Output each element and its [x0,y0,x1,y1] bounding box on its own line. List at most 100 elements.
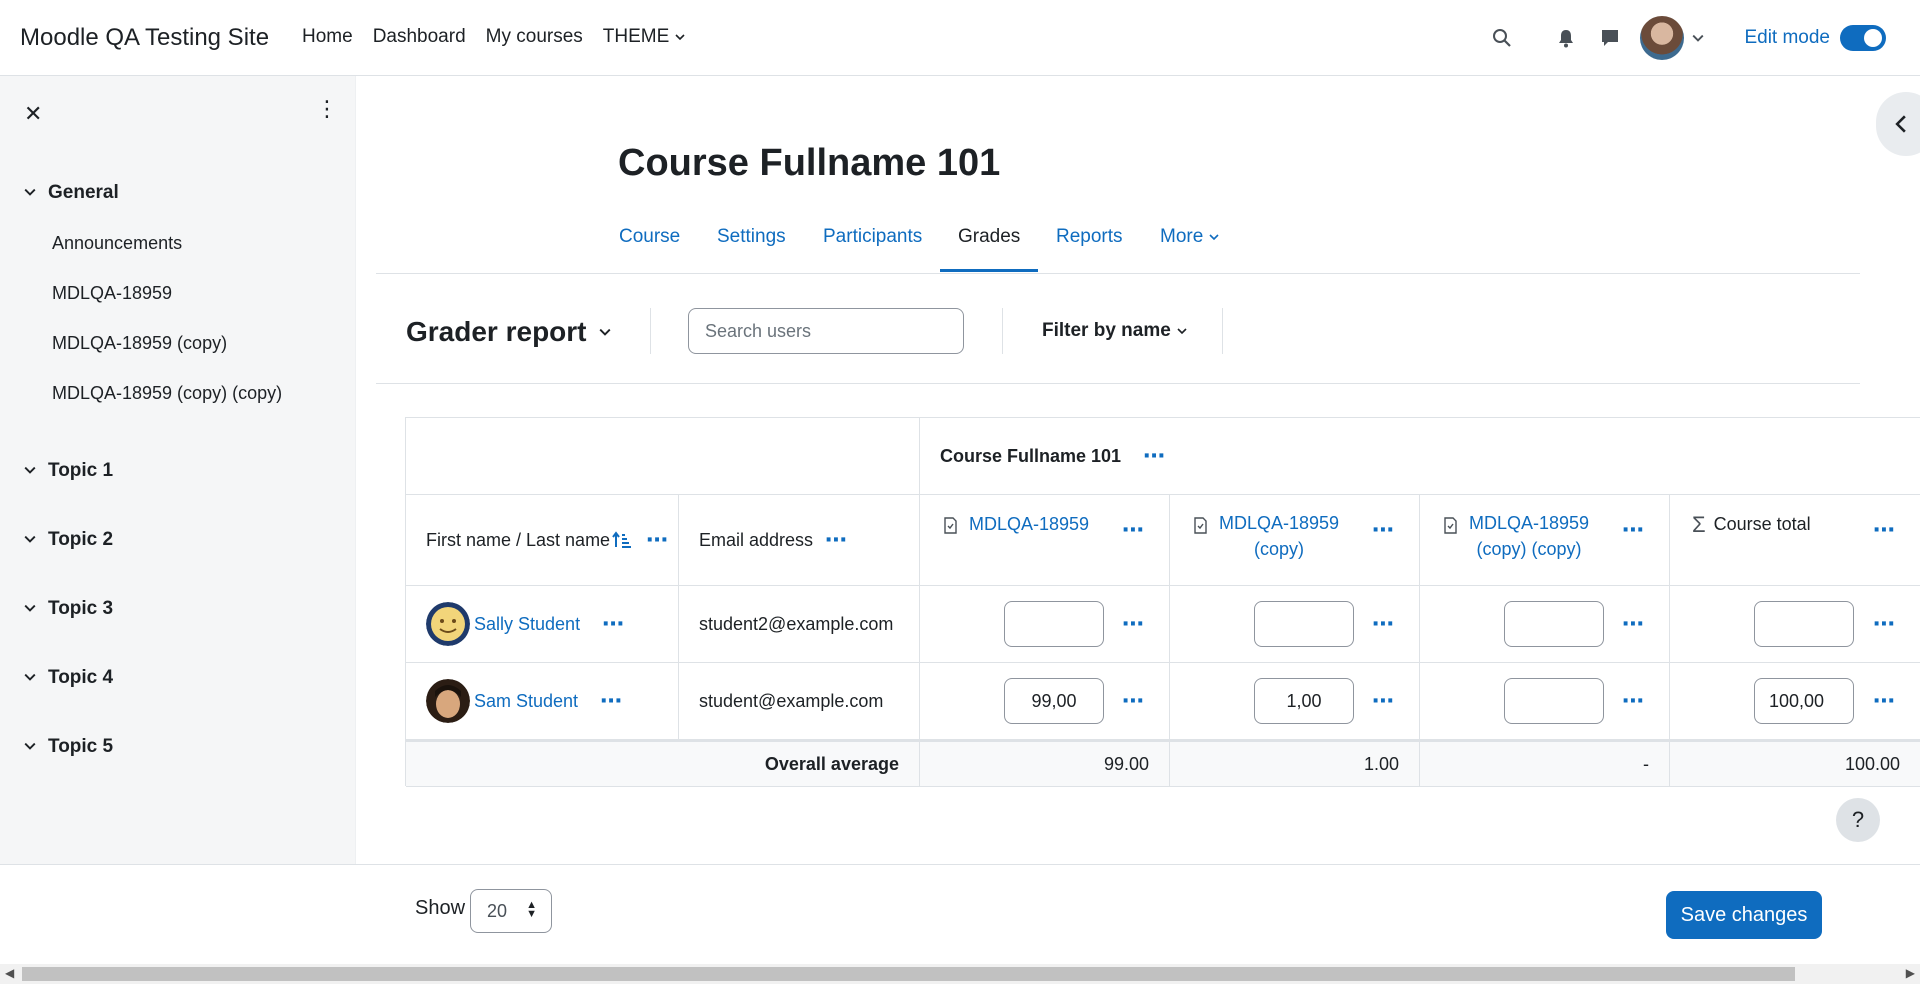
filter-by-name-button[interactable]: Filter by name [1042,320,1187,342]
name-column-actions-icon[interactable]: ⋯ [646,529,669,551]
per-page-select[interactable]: 20 ▲ ▼ [470,889,552,933]
grade-item-link[interactable]: MDLQA-18959 [969,514,1089,535]
course-total-cell-actions-icon[interactable]: ⋯ [1873,613,1896,635]
grade-item-actions-icon[interactable]: ⋯ [1622,519,1645,541]
grade-input[interactable] [1254,601,1354,647]
user-avatar[interactable] [1640,16,1685,60]
name-column-label[interactable]: First name / Last name [426,530,610,551]
grade-cell: ⋯ [1420,586,1670,663]
user-name-link[interactable]: Sam Student [474,691,578,712]
search-icon[interactable] [1490,26,1514,50]
vertical-kebab-icon[interactable]: ⋮ [316,98,338,120]
horizontal-scrollbar[interactable]: ◀ ▶ [0,964,1920,984]
chevron-down-icon[interactable] [24,185,38,201]
grade-item-link[interactable]: MDLQA-18959 (copy) (copy) [1469,510,1589,562]
scroll-left-icon[interactable]: ◀ [5,966,14,980]
course-total-cell: ⋯ [1670,586,1920,663]
secondary-navigation: Course Settings Participants Grades Repo… [376,210,1860,274]
chevron-down-icon [1177,328,1187,335]
email-cell: student@example.com [679,663,920,740]
course-index-section-general[interactable]: General [0,168,356,218]
tab-reports[interactable]: Reports [1056,226,1123,248]
edit-mode-toggle[interactable] [1840,25,1886,51]
tab-course[interactable]: Course [619,226,680,248]
user-name-link[interactable]: Sally Student [474,614,580,635]
section-title: Topic 1 [48,459,114,481]
category-actions-icon[interactable]: ⋯ [1143,445,1166,467]
course-total-input[interactable] [1754,601,1854,647]
divider [650,308,651,354]
scrollbar-thumb[interactable] [22,967,1795,981]
bell-icon[interactable] [1554,26,1578,50]
grade-cell: 1,00 ⋯ [1170,663,1420,740]
course-index-item[interactable]: MDLQA-18959 (copy) [0,318,356,368]
grade-cell-actions-icon[interactable]: ⋯ [1622,690,1645,712]
grade-cell: ⋯ [1420,663,1670,740]
header-empty-cell [406,418,920,495]
search-users-input[interactable]: Search users [688,308,964,354]
chevron-down-icon[interactable] [24,463,38,479]
chevron-down-icon[interactable] [24,532,38,548]
chevron-down-icon[interactable] [24,739,38,755]
grade-item-link[interactable]: MDLQA-18959 (copy) [1219,510,1339,562]
course-total-input[interactable]: 100,00 [1754,678,1854,724]
grade-cell-actions-icon[interactable]: ⋯ [1622,613,1645,635]
navbar-right: Edit mode [1490,0,1920,76]
grade-input[interactable]: 1,00 [1254,678,1354,724]
grade-cell-actions-icon[interactable]: ⋯ [1372,613,1395,635]
nav-theme[interactable]: THEME [603,26,686,48]
course-index-section-topic-2[interactable]: Topic 2 [0,505,356,574]
course-index: General Announcements MDLQA-18959 MDLQA-… [0,168,356,781]
section-title: Topic 4 [48,666,114,688]
grade-input[interactable]: 99,00 [1004,678,1104,724]
tab-more[interactable]: More [1160,226,1219,248]
grade-cell-actions-icon[interactable]: ⋯ [1372,690,1395,712]
user-actions-icon[interactable]: ⋯ [600,690,623,712]
tab-settings[interactable]: Settings [717,226,786,248]
email-column-label: Email address [699,529,814,550]
scroll-right-icon[interactable]: ▶ [1906,966,1915,980]
tab-grades[interactable]: Grades [958,226,1020,248]
close-icon[interactable]: ✕ [24,101,42,127]
user-actions-icon[interactable]: ⋯ [602,613,625,635]
user-avatar[interactable] [426,602,470,646]
tab-participants[interactable]: Participants [823,226,922,248]
course-index-section-topic-5[interactable]: Topic 5 [0,712,356,781]
grade-input[interactable] [1504,678,1604,724]
course-index-section-topic-4[interactable]: Topic 4 [0,643,356,712]
course-index-drawer: ✕ ⋮ General Announcements MDLQA-18959 MD… [0,76,356,864]
sort-ascending-icon[interactable] [612,531,632,549]
grade-item-name: MDLQA-18959 [1469,513,1590,533]
course-index-item[interactable]: MDLQA-18959 [0,268,356,318]
course-index-section-topic-3[interactable]: Topic 3 [0,574,356,643]
course-index-item[interactable]: Announcements [0,218,356,268]
overall-average-label: Overall average [406,740,920,787]
nav-home[interactable]: Home [302,26,353,48]
chevron-down-icon[interactable] [24,670,38,686]
site-name[interactable]: Moodle QA Testing Site [20,24,269,52]
table-row-user-cell: Sam Student ⋯ [406,663,679,740]
save-changes-button[interactable]: Save changes [1666,891,1822,939]
course-total-actions-icon[interactable]: ⋯ [1873,519,1896,541]
user-avatar[interactable] [426,679,470,723]
chevron-down-icon[interactable] [1692,32,1704,44]
open-block-drawer-button[interactable] [1876,92,1920,156]
messages-icon[interactable] [1598,26,1622,50]
grade-cell-actions-icon[interactable]: ⋯ [1122,690,1145,712]
grade-item-actions-icon[interactable]: ⋯ [1122,519,1145,541]
grade-input[interactable] [1004,601,1104,647]
grade-item-name-suffix: (copy) [1254,539,1305,559]
nav-my-courses[interactable]: My courses [486,26,583,48]
page-title: Course Fullname 101 [618,142,1001,184]
chevron-down-icon[interactable] [24,601,38,617]
course-index-section-topic-1[interactable]: Topic 1 [0,436,356,505]
course-index-item[interactable]: MDLQA-18959 (copy) (copy) [0,368,356,418]
grade-item-actions-icon[interactable]: ⋯ [1372,519,1395,541]
grade-input[interactable] [1504,601,1604,647]
nav-dashboard[interactable]: Dashboard [373,26,466,48]
course-total-cell-actions-icon[interactable]: ⋯ [1873,690,1896,712]
report-selector[interactable]: Grader report [406,316,611,348]
help-button[interactable]: ? [1836,798,1880,842]
email-column-actions-icon[interactable]: ⋯ [825,529,848,551]
grade-cell-actions-icon[interactable]: ⋯ [1122,613,1145,635]
